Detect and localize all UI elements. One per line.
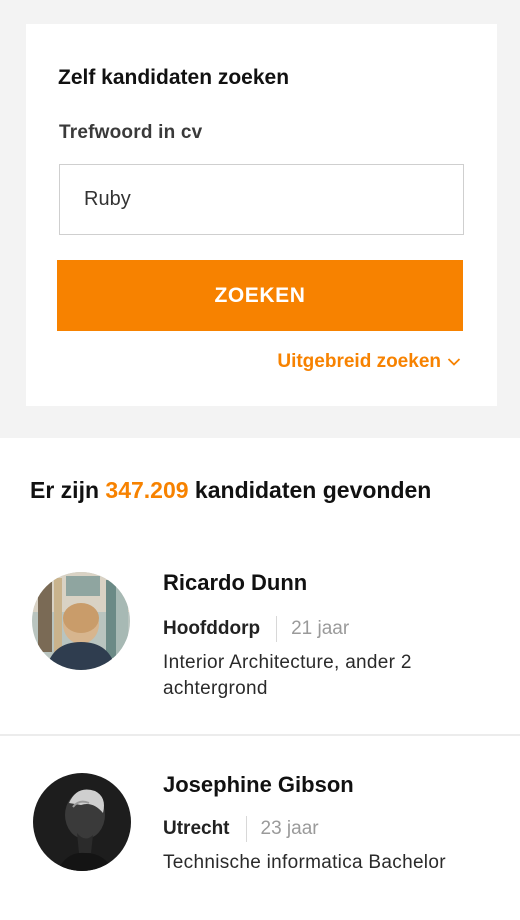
candidate-name: Ricardo Dunn bbox=[163, 570, 308, 595]
keyword-label: Trefwoord in cv bbox=[59, 122, 203, 143]
results-heading: Er zijn 347.209 kandidaten gevonden bbox=[30, 474, 470, 507]
candidate-city: Hoofddorp bbox=[163, 618, 261, 639]
candidate-meta: Utrecht 23 jaar bbox=[163, 816, 319, 842]
candidate-city: Utrecht bbox=[163, 818, 230, 839]
search-title: Zelf kandidaten zoeken bbox=[58, 66, 290, 89]
candidate-name: Josephine Gibson bbox=[163, 772, 354, 797]
meta-divider bbox=[276, 616, 278, 642]
search-button[interactable]: ZOEKEN bbox=[57, 260, 463, 331]
avatar bbox=[33, 773, 131, 871]
candidate-age: 21 jaar bbox=[291, 618, 350, 639]
results-suffix: kandidaten gevonden bbox=[188, 477, 432, 503]
chevron-down-icon bbox=[447, 358, 461, 366]
candidate-card[interactable]: Ricardo Dunn Hoofddorp 21 jaar Interior … bbox=[0, 560, 520, 736]
candidate-description: Technische informatica Bachelor bbox=[163, 852, 446, 873]
results-prefix: Er zijn bbox=[30, 477, 106, 503]
candidate-meta: Hoofddorp 21 jaar bbox=[163, 616, 349, 642]
keyword-input[interactable] bbox=[59, 164, 464, 235]
advanced-search-label: Uitgebreid zoeken bbox=[277, 351, 441, 372]
results-count: 347.209 bbox=[105, 477, 189, 503]
avatar bbox=[32, 572, 130, 670]
candidate-description: Interior Architecture, ander 2 achtergro… bbox=[163, 652, 412, 699]
candidate-card[interactable]: Josephine Gibson Utrecht 23 jaar Technis… bbox=[0, 738, 520, 920]
candidate-age: 23 jaar bbox=[260, 818, 319, 839]
advanced-search-link[interactable]: Uitgebreid zoeken bbox=[277, 351, 461, 373]
search-card: Zelf kandidaten zoeken Trefwoord in cv Z… bbox=[26, 24, 497, 406]
meta-divider bbox=[245, 816, 247, 842]
search-section: Zelf kandidaten zoeken Trefwoord in cv Z… bbox=[0, 0, 520, 438]
